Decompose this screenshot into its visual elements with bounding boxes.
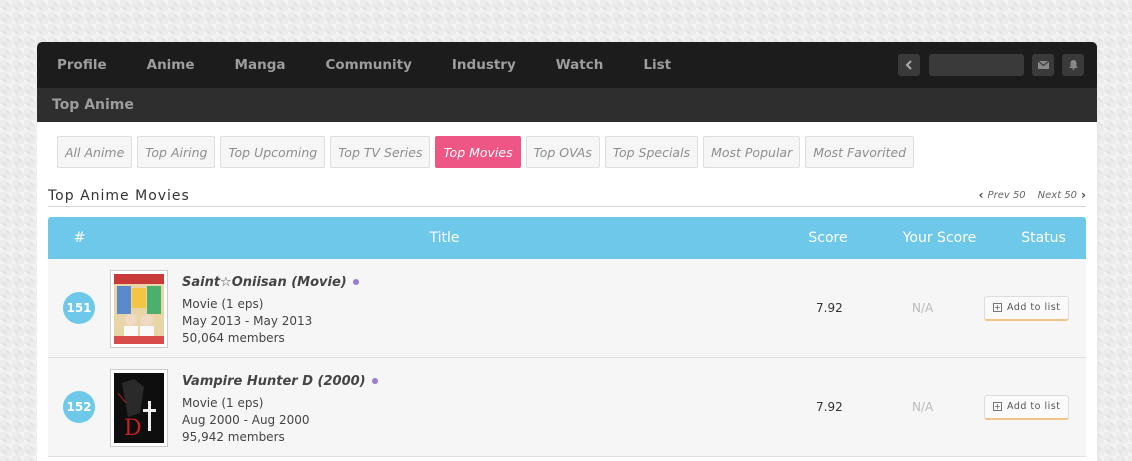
ranking-table: # Title Score Your Score Status 151 Sain…: [48, 217, 1086, 457]
nav-search-input[interactable]: [929, 54, 1024, 76]
anime-type: Movie (1 eps): [182, 297, 264, 311]
tab-all-anime[interactable]: All Anime: [57, 136, 133, 168]
header-title: Title: [429, 230, 460, 246]
mail-icon[interactable]: [1032, 54, 1054, 76]
anime-info: Saint☆Oniisan (Movie) Movie (1 eps) May …: [182, 271, 359, 347]
chevron-left-icon: ‹: [978, 188, 984, 202]
tab-most-popular[interactable]: Most Popular: [703, 136, 801, 168]
next-page-link[interactable]: Next 50: [1038, 190, 1077, 201]
section-title: Top Anime Movies: [48, 188, 190, 204]
nav-community[interactable]: Community: [325, 57, 411, 73]
tab-top-movies[interactable]: Top Movies: [435, 136, 521, 168]
add-to-list-label: Add to list: [1007, 401, 1061, 412]
category-tabs: All Anime Top Airing Top Upcoming Top TV…: [57, 136, 919, 168]
tab-most-favorited[interactable]: Most Favorited: [805, 136, 915, 168]
status-dot-icon: [352, 278, 359, 285]
table-header: # Title Score Your Score Status: [48, 217, 1086, 259]
anime-aired: Aug 2000 - Aug 2000: [182, 413, 310, 427]
nav-anime[interactable]: Anime: [147, 57, 195, 73]
pagination: ‹ Prev 50 Next 50 ›: [979, 188, 1086, 202]
anime-info: Vampire Hunter D (2000) Movie (1 eps) Au…: [182, 370, 378, 446]
anime-type: Movie (1 eps): [182, 396, 264, 410]
add-to-list-button[interactable]: + Add to list: [984, 394, 1070, 420]
nav-list[interactable]: List: [643, 57, 671, 73]
nav-profile[interactable]: Profile: [57, 57, 107, 73]
anime-meta: Movie (1 eps) Aug 2000 - Aug 2000 95,942…: [182, 395, 378, 446]
top-navigation: Profile Anime Manga Community Industry W…: [37, 42, 1097, 88]
anime-members: 50,064 members: [182, 331, 285, 345]
bell-icon[interactable]: [1062, 54, 1084, 76]
status-dot-icon: [371, 377, 378, 384]
table-row: 151 Saint☆Oniisan (Movie) Movie (1 eps) …: [48, 259, 1086, 358]
anime-members: 95,942 members: [182, 430, 285, 444]
section-header: Top Anime Movies ‹ Prev 50 Next 50 ›: [48, 188, 1086, 207]
anime-title-link[interactable]: Vampire Hunter D (2000): [182, 374, 366, 389]
anime-poster[interactable]: [110, 270, 168, 348]
rank-badge: 152: [63, 391, 95, 423]
tab-top-upcoming[interactable]: Top Upcoming: [220, 136, 326, 168]
tab-top-ovas[interactable]: Top OVAs: [525, 136, 600, 168]
add-to-list-button[interactable]: + Add to list: [984, 295, 1070, 321]
rank-badge: 151: [63, 292, 95, 324]
chevron-right-icon: ›: [1081, 188, 1086, 202]
prev-page-link[interactable]: Prev 50: [988, 190, 1026, 201]
header-score: Score: [808, 230, 848, 246]
tab-top-tv-series[interactable]: Top TV Series: [330, 136, 431, 168]
anime-meta: Movie (1 eps) May 2013 - May 2013 50,064…: [182, 296, 359, 347]
tab-top-airing[interactable]: Top Airing: [137, 136, 216, 168]
your-score: N/A: [912, 301, 934, 315]
anime-poster[interactable]: D: [110, 369, 168, 447]
header-status: Status: [1021, 230, 1066, 246]
header-your-score: Your Score: [902, 230, 977, 246]
svg-text:D: D: [124, 416, 142, 441]
your-score: N/A: [912, 400, 934, 414]
anime-aired: May 2013 - May 2013: [182, 314, 313, 328]
nav-watch[interactable]: Watch: [556, 57, 604, 73]
add-to-list-label: Add to list: [1007, 302, 1061, 313]
table-row: 152 D Vampire Hunter D (2000) Movie (1 e…: [48, 358, 1086, 457]
nav-industry[interactable]: Industry: [452, 57, 516, 73]
nav-manga[interactable]: Manga: [235, 57, 286, 73]
anime-title-link[interactable]: Saint☆Oniisan (Movie): [182, 275, 347, 290]
plus-square-icon: +: [993, 402, 1002, 411]
anime-score: 7.92: [816, 400, 843, 414]
page-title: Top Anime: [37, 88, 1097, 122]
header-rank: #: [73, 230, 86, 246]
plus-square-icon: +: [993, 303, 1002, 312]
main-container: Profile Anime Manga Community Industry W…: [37, 42, 1097, 461]
chevron-left-icon[interactable]: [898, 54, 920, 76]
anime-score: 7.92: [816, 301, 843, 315]
tab-top-specials[interactable]: Top Specials: [604, 136, 699, 168]
nav-tools: [898, 54, 1084, 76]
